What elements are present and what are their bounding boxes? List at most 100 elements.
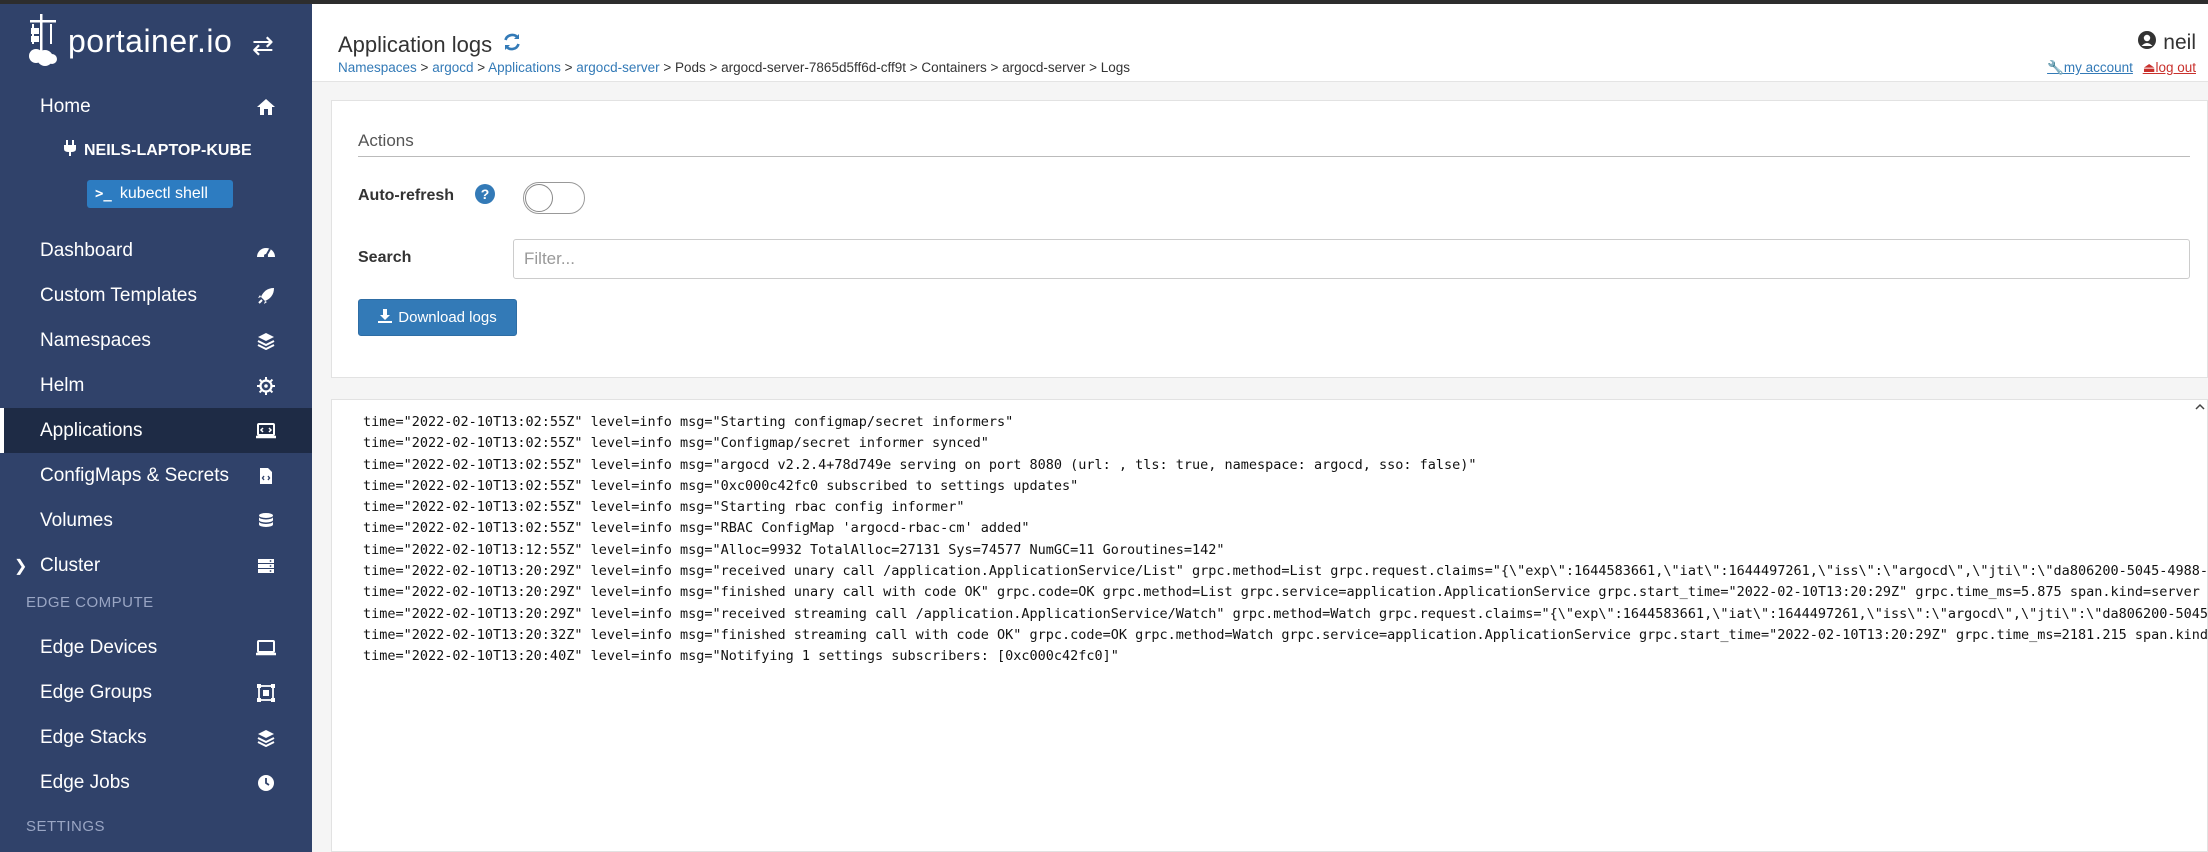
sidebar: portainer.io ⇄ Home NEILS-LAPTOP-KUBE >_…: [0, 4, 312, 852]
username: neil: [2163, 31, 2196, 54]
sidebar-item-label: Dashboard: [40, 239, 133, 261]
search-input[interactable]: [513, 239, 2190, 279]
refresh-icon[interactable]: [502, 32, 522, 58]
sidebar-item-label: Helm: [40, 374, 85, 396]
object-group-icon: [255, 682, 277, 704]
sidebar-item-namespaces[interactable]: Namespaces: [0, 318, 312, 363]
plug-icon: [64, 140, 76, 161]
environment-label: NEILS-LAPTOP-KUBE: [84, 141, 252, 159]
breadcrumb-pod: argocd-server-7865d5ff6d-cff9t: [721, 60, 907, 75]
layers-icon: [255, 727, 277, 749]
download-icon: [378, 308, 393, 327]
sidebar-item-custom-templates[interactable]: Custom Templates: [0, 273, 312, 318]
sidebar-item-label: Edge Groups: [40, 681, 152, 703]
toggle-knob: [525, 184, 553, 212]
page-title-text: Application logs: [338, 32, 493, 57]
breadcrumb-pods: Pods: [674, 60, 706, 75]
sidebar-item-label: Namespaces: [40, 329, 151, 351]
logs-panel[interactable]: time="2022-02-10T13:02:55Z" level=info m…: [331, 399, 2208, 852]
chevron-right-icon: ❯: [14, 557, 28, 575]
sidebar-item-edge-groups[interactable]: Edge Groups: [0, 670, 312, 715]
home-icon: [255, 96, 277, 118]
breadcrumb-containers: Containers: [921, 60, 987, 75]
user-info: neil: [2137, 30, 2196, 56]
account-links: 🔧my account ⏏log out: [2047, 60, 2196, 76]
sidebar-toggle-icon[interactable]: ⇄: [252, 30, 274, 61]
question-circle-icon[interactable]: ?: [475, 184, 495, 204]
sidebar-item-label: ConfigMaps & Secrets: [40, 464, 230, 486]
log-line: time="2022-02-10T13:02:55Z" level=info m…: [363, 435, 989, 452]
log-line: time="2022-02-10T13:20:29Z" level=info m…: [363, 605, 2208, 622]
download-logs-button[interactable]: Download logs: [358, 299, 517, 336]
laptop-icon: [255, 637, 277, 659]
my-account-label: my account: [2063, 60, 2133, 75]
kubectl-shell-button[interactable]: >_ kubectl shell: [87, 180, 233, 208]
sidebar-item-label: Volumes: [40, 509, 113, 531]
breadcrumb-container: argocd-server: [1002, 60, 1086, 75]
clock-icon: [255, 772, 277, 794]
sidebar-item-dashboard[interactable]: Dashboard: [0, 228, 312, 273]
sidebar-item-edge-devices[interactable]: Edge Devices: [0, 625, 312, 670]
sidebar-item-cluster[interactable]: ❯ Cluster: [0, 543, 312, 588]
breadcrumb-link-namespaces[interactable]: Namespaces: [338, 60, 417, 75]
rocket-icon: [255, 285, 277, 307]
log-line: time="2022-02-10T13:02:55Z" level=info m…: [363, 499, 965, 516]
sidebar-item-label: Cluster: [40, 554, 101, 576]
user-circle-icon: [2137, 30, 2157, 56]
download-logs-label: Download logs: [398, 309, 497, 326]
sidebar-item-label: Edge Devices: [40, 636, 158, 658]
auto-refresh-toggle[interactable]: [523, 182, 585, 214]
sidebar-item-label: Home: [40, 95, 91, 117]
sidebar-item-edge-stacks[interactable]: Edge Stacks: [0, 715, 312, 760]
breadcrumb-link-applications[interactable]: Applications: [488, 60, 561, 75]
log-out-label: log out: [2155, 60, 2196, 75]
sidebar-item-home[interactable]: Home: [0, 84, 312, 129]
sidebar-item-edge-jobs[interactable]: Edge Jobs: [0, 760, 312, 805]
edge-compute-section-title: EDGE COMPUTE: [26, 594, 154, 611]
database-icon: [255, 510, 277, 532]
my-account-link[interactable]: 🔧my account: [2047, 60, 2133, 75]
breadcrumb-logs: Logs: [1100, 60, 1131, 75]
page-title: Application logs: [338, 32, 522, 58]
file-code-icon: [255, 465, 277, 487]
log-out-link[interactable]: ⏏log out: [2143, 60, 2196, 75]
sidebar-item-label: Edge Jobs: [40, 771, 130, 793]
portainer-logo[interactable]: portainer.io: [26, 14, 232, 68]
actions-title: Actions: [358, 131, 414, 150]
breadcrumb-link-application[interactable]: argocd-server: [576, 60, 659, 75]
log-line: time="2022-02-10T13:02:55Z" level=info m…: [363, 456, 1477, 473]
sidebar-item-label: Edge Stacks: [40, 726, 147, 748]
breadcrumb: Namespaces > argocd > Applications > arg…: [338, 60, 1131, 75]
terminal-icon: >_: [95, 186, 112, 202]
breadcrumb-link-namespace[interactable]: argocd: [432, 60, 473, 75]
kubectl-shell-label: kubectl shell: [119, 185, 208, 202]
layers-icon: [255, 330, 277, 352]
sidebar-item-helm[interactable]: Helm: [0, 363, 312, 408]
sidebar-item-label: Custom Templates: [40, 284, 197, 306]
logo-text: portainer.io: [68, 22, 233, 59]
log-line: time="2022-02-10T13:12:55Z" level=info m…: [363, 541, 1225, 558]
logo-row: portainer.io ⇄: [0, 4, 312, 78]
actions-panel: Actions Auto-refresh ? Search Download l…: [331, 100, 2208, 378]
actions-divider: [358, 156, 2190, 157]
scroll-up-icon[interactable]: [2193, 400, 2207, 414]
sidebar-item-applications[interactable]: Applications: [0, 408, 312, 453]
portainer-crane-icon: [29, 14, 57, 66]
settings-section-title: SETTINGS: [26, 818, 106, 835]
sidebar-item-volumes[interactable]: Volumes: [0, 498, 312, 543]
log-line: time="2022-02-10T13:02:55Z" level=info m…: [363, 520, 1030, 537]
environment-name: NEILS-LAPTOP-KUBE: [64, 140, 252, 161]
search-label: Search: [358, 249, 412, 266]
server-icon: [255, 555, 277, 577]
log-line: time="2022-02-10T13:20:32Z" level=info m…: [363, 626, 2208, 643]
helm-icon: [255, 375, 277, 397]
log-line: time="2022-02-10T13:02:55Z" level=info m…: [363, 414, 1014, 430]
log-lines: time="2022-02-10T13:02:55Z" level=info m…: [363, 412, 2208, 668]
laptop-code-icon: [255, 420, 277, 442]
log-line: time="2022-02-10T13:20:29Z" level=info m…: [363, 584, 2208, 601]
wrench-icon: 🔧: [2047, 60, 2064, 75]
log-line: time="2022-02-10T13:20:40Z" level=info m…: [363, 648, 1119, 665]
auto-refresh-label: Auto-refresh: [358, 187, 455, 204]
sidebar-item-configmaps-secrets[interactable]: ConfigMaps & Secrets: [0, 453, 312, 498]
sign-out-icon: ⏏: [2142, 60, 2156, 75]
